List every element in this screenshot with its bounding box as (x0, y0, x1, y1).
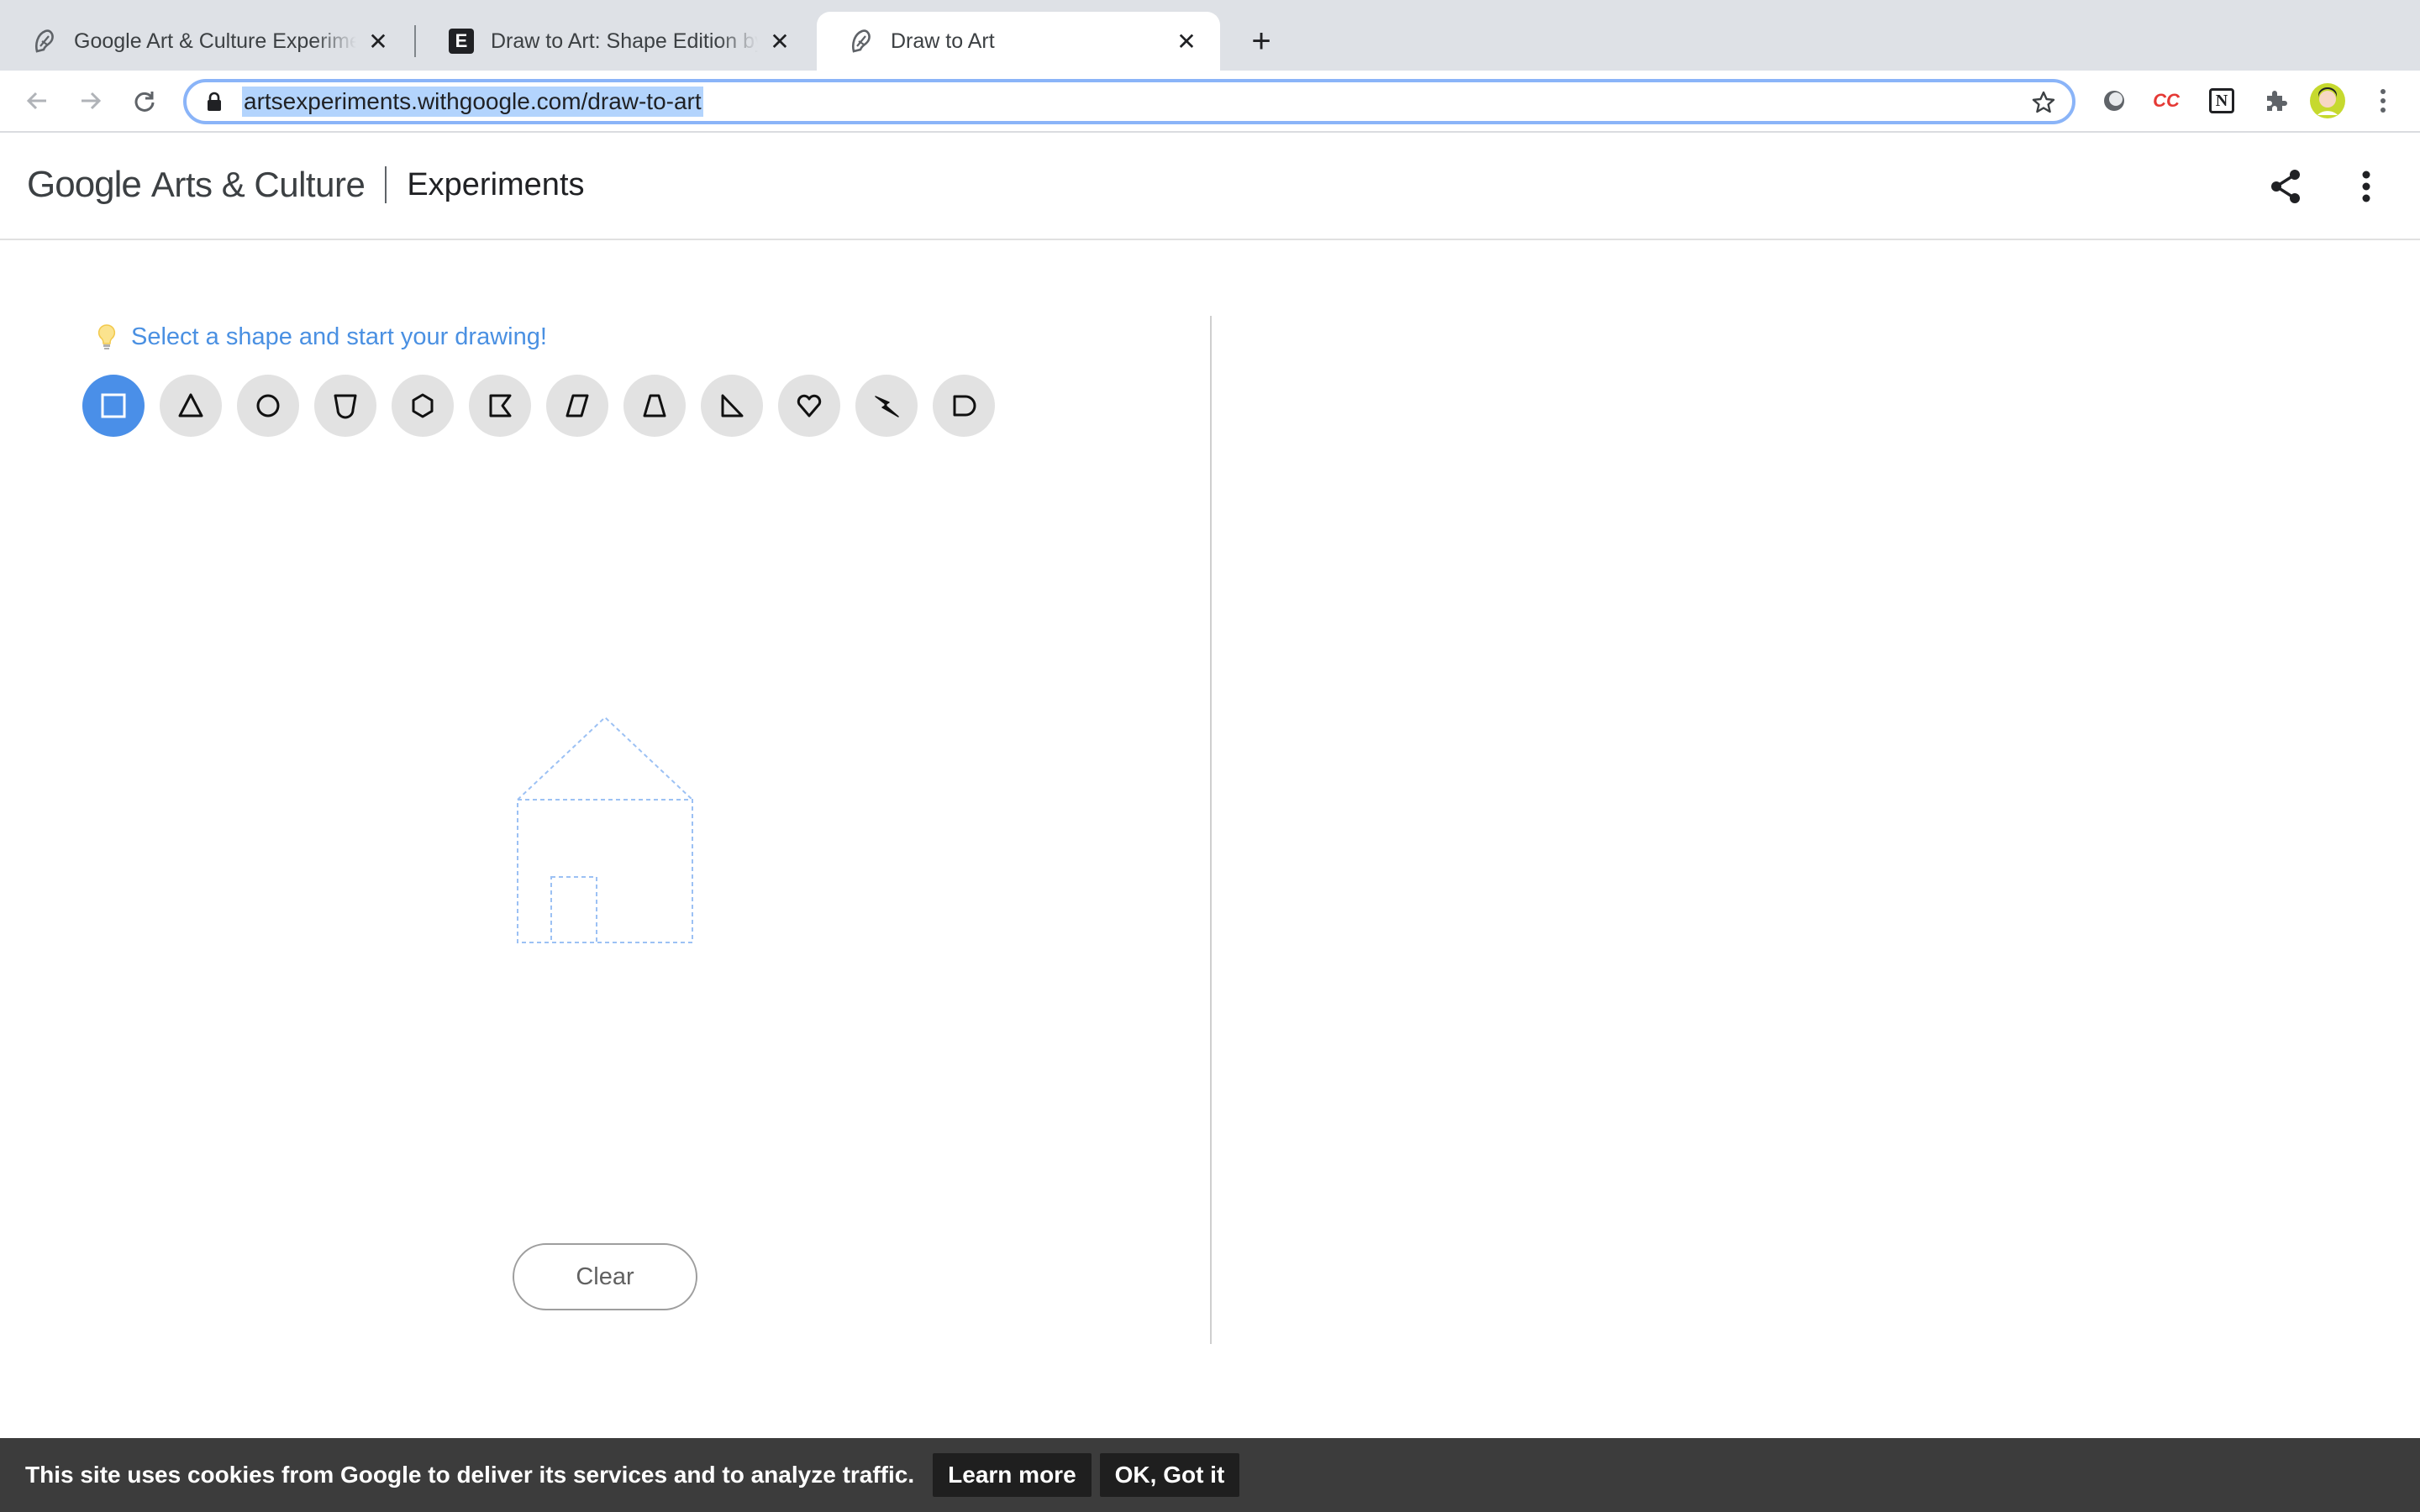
back-button[interactable] (17, 81, 57, 121)
results-panel (1212, 316, 2420, 1344)
bookmark-star-icon[interactable] (2028, 87, 2059, 118)
tab-arts-experiments[interactable]: Google Art & Culture Experiments ✕ (0, 12, 412, 71)
tab-draw-to-art-shape-edition[interactable]: E Draw to Art: Shape Edition by Google A… (417, 12, 813, 71)
close-icon[interactable]: ✕ (1173, 28, 1200, 55)
profile-avatar[interactable] (2309, 82, 2346, 119)
address-bar[interactable]: artsexperiments.withgoogle.com/draw-to-a… (183, 79, 2075, 124)
arrow-left-icon (26, 92, 46, 110)
house-guide-drawing (517, 716, 693, 943)
tab-strip: Google Art & Culture Experiments ✕ E Dra… (0, 0, 2420, 71)
google-wordmark: Google (27, 164, 142, 205)
extension-circle-icon[interactable] (2096, 82, 2133, 119)
url-text[interactable]: artsexperiments.withgoogle.com/draw-to-a… (242, 87, 703, 117)
arrow-right-icon (82, 92, 102, 110)
lock-icon (202, 92, 227, 112)
extension-notion-icon[interactable]: N (2203, 82, 2240, 119)
more-options-icon[interactable] (2344, 165, 2388, 208)
reload-icon (134, 92, 155, 112)
tab-title: Google Art & Culture Experiments (74, 29, 356, 53)
browser-toolbar: artsexperiments.withgoogle.com/draw-to-a… (0, 71, 2420, 133)
site-logo[interactable]: Google Arts & Culture Experiments (27, 163, 585, 207)
extensions-puzzle-icon[interactable] (2257, 82, 2294, 119)
arts-culture-wordmark: Arts & Culture (150, 165, 366, 204)
tab-title: Draw to Art (891, 29, 995, 53)
e-letter-icon: E (449, 29, 474, 54)
close-icon[interactable]: ✕ (766, 28, 793, 55)
cookie-banner: This site uses cookies from Google to de… (0, 1438, 2420, 1512)
learn-more-button[interactable]: Learn more (933, 1453, 1092, 1497)
ok-got-it-button[interactable]: OK, Got it (1099, 1453, 1240, 1497)
cookie-message: This site uses cookies from Google to de… (25, 1462, 915, 1488)
tab-separator (414, 25, 416, 57)
reload-button[interactable] (124, 81, 165, 121)
site-header: Google Arts & Culture Experiments (0, 133, 2420, 240)
close-icon[interactable]: ✕ (365, 28, 392, 55)
arts-culture-icon (32, 29, 57, 54)
tab-title: Draw to Art: Shape Edition by Google Art… (491, 29, 758, 53)
new-tab-button[interactable]: + (1242, 22, 1281, 60)
browser-menu-icon[interactable] (2365, 82, 2402, 119)
logo-divider (385, 166, 387, 203)
experiments-label: Experiments (407, 166, 585, 202)
forward-button[interactable] (71, 81, 111, 121)
extension-cc-icon[interactable]: CC (2148, 82, 2185, 119)
tab-draw-to-art[interactable]: Draw to Art ✕ (817, 12, 1220, 71)
clear-button[interactable]: Clear (513, 1243, 697, 1310)
share-icon[interactable] (2264, 165, 2307, 208)
arts-culture-icon (849, 29, 874, 54)
